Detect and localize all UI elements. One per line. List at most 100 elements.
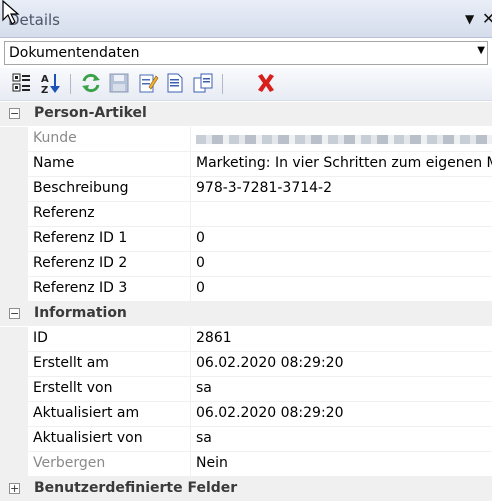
copy-icon[interactable]	[192, 72, 214, 94]
categorized-view-icon[interactable]	[11, 72, 33, 94]
property-row[interactable]: ID 2861	[0, 327, 492, 352]
property-name-cell[interactable]: Referenz ID 1	[28, 227, 191, 252]
property-value-cell[interactable]: Nein	[191, 452, 492, 477]
property-value-cell[interactable]: 978-3-7281-3714-2	[191, 177, 492, 202]
property-row[interactable]: Erstellt am 06.02.2020 08:29:20	[0, 352, 492, 377]
property-value-cell[interactable]: 06.02.2020 08:29:20	[191, 402, 492, 427]
property-value: 0	[196, 230, 205, 246]
property-name: Aktualisiert von	[33, 430, 143, 446]
property-row[interactable]: Aktualisiert von sa	[0, 427, 492, 452]
property-name-cell[interactable]: Name	[28, 152, 191, 177]
document-type-select[interactable]: Dokumentendaten ▼	[4, 41, 488, 65]
property-value: 06.02.2020 08:29:20	[196, 405, 344, 421]
collapse-icon[interactable]: −	[9, 108, 20, 119]
property-name: Kunde	[33, 130, 77, 146]
redacted-value	[196, 135, 492, 144]
close-icon[interactable]: ✕	[482, 9, 492, 28]
property-name-cell[interactable]: Kunde	[28, 127, 191, 152]
row-gutter	[0, 327, 28, 352]
property-row[interactable]: Referenz ID 1 0	[0, 227, 492, 252]
property-row[interactable]: Verbergen Nein	[0, 452, 492, 477]
property-value: 0	[196, 280, 205, 296]
property-name: Referenz	[33, 205, 95, 221]
row-gutter	[0, 452, 28, 477]
property-value-cell[interactable]: 0	[191, 277, 492, 302]
collapse-icon[interactable]: −	[9, 308, 20, 319]
property-value-cell[interactable]: sa	[191, 427, 492, 452]
row-gutter	[0, 177, 28, 202]
edit-icon[interactable]	[137, 72, 159, 94]
panel-title-bar: Details ▼ ✕	[0, 0, 492, 38]
category-benutzerdefinierte-felder[interactable]: + Benutzerdefinierte Felder	[0, 477, 492, 501]
property-name-cell[interactable]: Aktualisiert am	[28, 402, 191, 427]
property-name: Referenz ID 1	[33, 230, 128, 246]
property-value-cell[interactable]	[191, 202, 492, 227]
property-name-cell[interactable]: ID	[28, 327, 191, 352]
row-gutter	[0, 352, 28, 377]
property-name-cell[interactable]: Erstellt am	[28, 352, 191, 377]
property-name: Name	[33, 155, 75, 171]
toolbar-separator	[222, 74, 223, 94]
new-document-icon[interactable]	[164, 72, 186, 94]
property-name: Erstellt von	[33, 380, 113, 396]
row-gutter	[0, 377, 28, 402]
property-value-cell[interactable]: 0	[191, 227, 492, 252]
property-value-cell[interactable]: sa	[191, 377, 492, 402]
property-value-cell[interactable]: 2861	[191, 327, 492, 352]
alphabetical-sort-icon[interactable]: A Z	[40, 72, 62, 94]
row-gutter	[0, 202, 28, 227]
row-gutter	[0, 227, 28, 252]
property-value-cell[interactable]: 06.02.2020 08:29:20	[191, 352, 492, 377]
property-value-cell[interactable]	[191, 127, 492, 152]
property-value: Marketing: In vier Schritten zum eigenen…	[196, 155, 492, 171]
property-value: sa	[196, 430, 212, 446]
row-gutter	[0, 127, 28, 152]
property-name-cell[interactable]: Referenz ID 3	[28, 277, 191, 302]
expand-icon[interactable]: +	[9, 483, 20, 494]
property-name: Aktualisiert am	[33, 405, 140, 421]
property-name-cell[interactable]: Erstellt von	[28, 377, 191, 402]
property-name-cell[interactable]: Beschreibung	[28, 177, 191, 202]
property-row[interactable]: Referenz ID 3 0	[0, 277, 492, 302]
property-name: Referenz ID 2	[33, 255, 128, 271]
property-row[interactable]: Referenz	[0, 202, 492, 227]
property-value: 978-3-7281-3714-2	[196, 180, 333, 196]
pin-dropdown-icon[interactable]: ▼	[465, 12, 474, 26]
property-value-cell[interactable]: Marketing: In vier Schritten zum eigenen…	[191, 152, 492, 177]
property-row[interactable]: Kunde	[0, 127, 492, 152]
property-name: Verbergen	[33, 455, 106, 471]
property-name-cell[interactable]: Verbergen	[28, 452, 191, 477]
category-information[interactable]: − Information	[0, 302, 492, 326]
toolbar-separator	[70, 74, 71, 94]
svg-text:Z: Z	[41, 85, 48, 94]
property-value: Nein	[196, 455, 228, 471]
chevron-down-icon[interactable]: ▼	[477, 45, 485, 56]
property-value-cell[interactable]: 0	[191, 252, 492, 277]
category-label: Person-Artikel	[34, 105, 147, 121]
row-gutter	[0, 402, 28, 427]
property-name-cell[interactable]: Referenz	[28, 202, 191, 227]
row-gutter	[0, 277, 28, 302]
property-value: 06.02.2020 08:29:20	[196, 355, 344, 371]
property-name-cell[interactable]: Aktualisiert von	[28, 427, 191, 452]
property-name: Erstellt am	[33, 355, 109, 371]
property-name: Referenz ID 3	[33, 280, 128, 296]
property-row[interactable]: Aktualisiert am 06.02.2020 08:29:20	[0, 402, 492, 427]
property-row[interactable]: Name Marketing: In vier Schritten zum eig…	[0, 152, 492, 177]
property-row[interactable]: Beschreibung 978-3-7281-3714-2	[0, 177, 492, 202]
category-person-artikel[interactable]: − Person-Artikel	[0, 102, 492, 126]
category-label: Benutzerdefinierte Felder	[34, 480, 238, 496]
property-name: ID	[33, 330, 48, 346]
refresh-icon[interactable]	[80, 72, 102, 94]
row-gutter	[0, 252, 28, 277]
document-type-select-value: Dokumentendaten	[9, 45, 140, 61]
property-row[interactable]: Erstellt von sa	[0, 377, 492, 402]
property-value: sa	[196, 380, 212, 396]
category-label: Information	[34, 305, 127, 321]
save-icon[interactable]	[108, 72, 130, 94]
delete-icon[interactable]	[255, 72, 277, 94]
row-gutter	[0, 152, 28, 177]
property-name-cell[interactable]: Referenz ID 2	[28, 252, 191, 277]
row-gutter	[0, 427, 28, 452]
property-row[interactable]: Referenz ID 2 0	[0, 252, 492, 277]
